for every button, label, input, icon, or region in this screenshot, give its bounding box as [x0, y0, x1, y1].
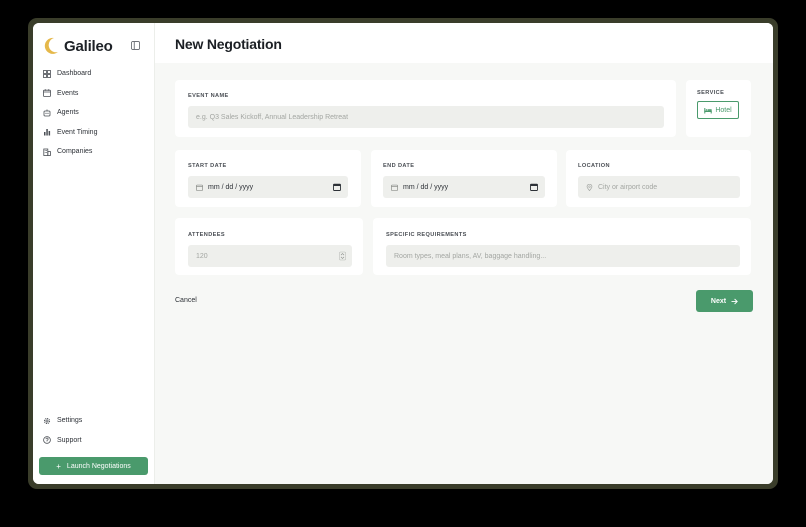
sidebar-item-label: Support [57, 436, 82, 444]
location-input[interactable]: City or airport code [578, 176, 740, 198]
start-date-input[interactable]: mm / dd / yyyy [188, 176, 348, 198]
start-date-label: START DATE [188, 163, 227, 169]
calendar-icon [196, 184, 203, 191]
sidebar: Galileo Dashboard Events Agents Event Ti… [33, 23, 155, 484]
end-date-input[interactable]: mm / dd / yyyy [383, 176, 545, 198]
requirements-label: SPECIFIC REQUIREMENTS [386, 232, 467, 238]
requirements-placeholder: Room types, meal plans, AV, baggage hand… [394, 252, 547, 260]
end-date-value: mm / dd / yyyy [403, 183, 449, 191]
attendees-placeholder: 120 [196, 252, 208, 260]
requirements-card: SPECIFIC REQUIREMENTS Room types, meal p… [373, 218, 751, 275]
end-date-label: END DATE [383, 163, 415, 169]
sidebar-item-agents[interactable]: Agents [33, 103, 155, 123]
start-date-value: mm / dd / yyyy [208, 183, 254, 191]
attendees-card: ATTENDEES 120 [175, 218, 363, 275]
bed-icon [704, 107, 713, 113]
cancel-button[interactable]: Cancel [175, 297, 197, 304]
sidebar-item-companies[interactable]: Companies [33, 142, 155, 162]
event-name-placeholder: e.g. Q3 Sales Kickoff, Annual Leadership… [196, 113, 349, 121]
sidebar-bottom-nav: Settings Support [33, 411, 155, 450]
sidebar-item-support[interactable]: Support [33, 431, 155, 451]
launch-negotiations-label: Launch Negotiations [66, 462, 131, 470]
arrow-right-icon [731, 298, 738, 304]
crescent-logo-icon [44, 37, 58, 54]
sidebar-item-events[interactable]: Events [33, 84, 155, 104]
sidebar-item-label: Events [57, 89, 79, 97]
plus-icon: + [56, 461, 61, 471]
building-icon [43, 148, 51, 156]
calendar-icon [43, 89, 51, 98]
end-date-card: END DATE mm / dd / yyyy [371, 150, 557, 207]
app-window: Galileo Dashboard Events Agents Event Ti… [33, 23, 773, 484]
location-placeholder: City or airport code [598, 183, 658, 191]
service-card: SERVICE Hotel [686, 80, 751, 137]
requirements-input[interactable]: Room types, meal plans, AV, baggage hand… [386, 245, 740, 267]
location-card: LOCATION City or airport code [566, 150, 751, 207]
sidebar-nav: Dashboard Events Agents Event Timing Com… [33, 64, 155, 162]
sidebar-item-label: Agents [57, 109, 79, 117]
location-pin-icon [586, 183, 593, 191]
event-name-input[interactable]: e.g. Q3 Sales Kickoff, Annual Leadership… [188, 106, 664, 128]
calendar-picker-icon[interactable] [333, 183, 341, 191]
attendees-label: ATTENDEES [188, 232, 226, 238]
sidebar-item-label: Event Timing [57, 128, 98, 136]
service-hotel-button[interactable]: Hotel [697, 101, 739, 119]
calendar-picker-icon[interactable] [530, 183, 538, 191]
sidebar-item-label: Dashboard [57, 70, 92, 78]
brand-logo[interactable]: Galileo [43, 37, 113, 55]
bar-chart-icon [44, 129, 51, 136]
dashboard-grid-icon [43, 69, 51, 78]
next-button[interactable]: Next [696, 290, 753, 312]
event-name-card: EVENT NAME e.g. Q3 Sales Kickoff, Annual… [175, 80, 676, 137]
attendees-input[interactable]: 120 [188, 245, 352, 267]
location-label: LOCATION [578, 163, 610, 169]
help-circle-icon [43, 436, 51, 445]
number-stepper-icon[interactable] [339, 251, 346, 261]
service-hotel-label: Hotel [715, 106, 732, 114]
sidebar-item-settings[interactable]: Settings [33, 411, 155, 431]
sidebar-item-event-timing[interactable]: Event Timing [33, 123, 155, 143]
sidebar-item-label: Companies [57, 148, 93, 156]
brand-name: Galileo [64, 37, 113, 55]
main-content: New Negotiation EVENT NAME e.g. Q3 Sales… [155, 23, 773, 484]
agent-icon [43, 109, 51, 117]
event-name-label: EVENT NAME [188, 93, 229, 99]
calendar-icon [391, 184, 398, 191]
sidebar-toggle-icon[interactable] [131, 41, 140, 50]
page-title: New Negotiation [175, 36, 282, 52]
service-label: SERVICE [697, 90, 725, 96]
page-header: New Negotiation [155, 23, 773, 63]
gear-icon [43, 417, 51, 424]
sidebar-item-label: Settings [57, 417, 83, 425]
start-date-card: START DATE mm / dd / yyyy [175, 150, 361, 207]
next-label: Next [710, 297, 727, 305]
launch-negotiations-button[interactable]: + Launch Negotiations [39, 457, 148, 475]
sidebar-item-dashboard[interactable]: Dashboard [33, 64, 155, 84]
